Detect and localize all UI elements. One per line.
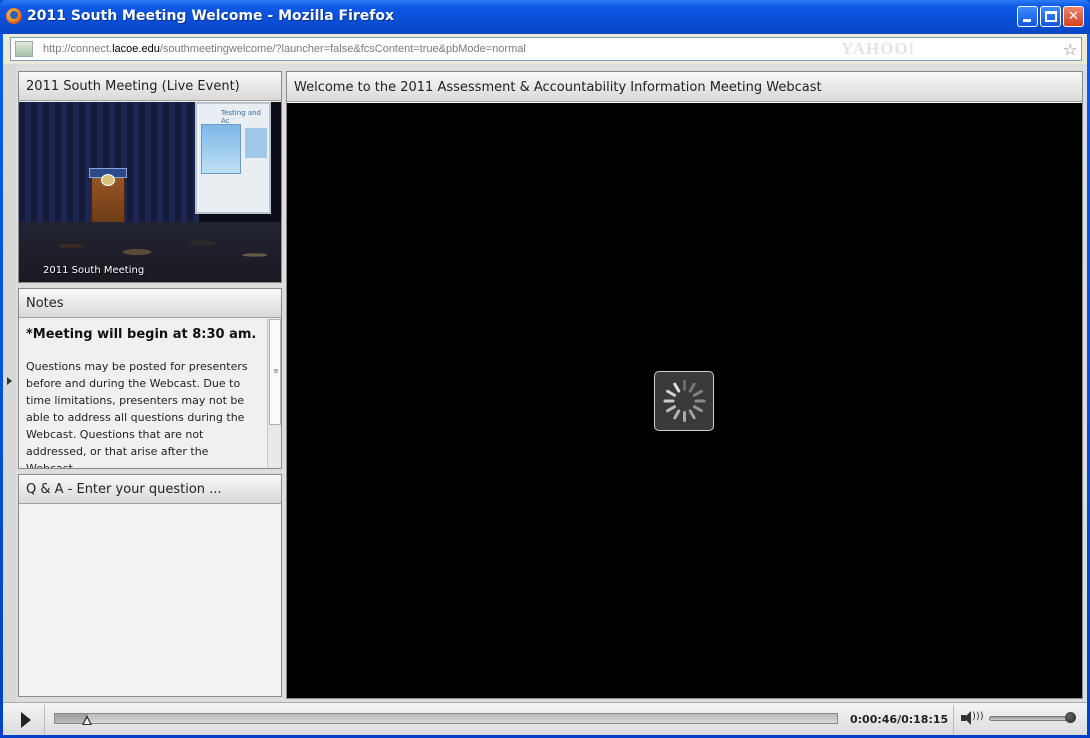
- notes-text: Questions may be posted for presenters b…: [26, 360, 248, 468]
- notes-content: *Meeting will begin at 8:30 am. Question…: [19, 319, 267, 468]
- spinner-tick: [672, 382, 681, 394]
- spinner-tick: [683, 411, 686, 422]
- spinner-tick: [665, 404, 677, 413]
- side-panel-toggle[interactable]: [3, 64, 16, 702]
- firefox-window: 2011 South Meeting Welcome - Mozilla Fir…: [0, 0, 1090, 738]
- star-icon[interactable]: ☆: [1063, 40, 1077, 59]
- url-prefix: http://connect.: [43, 43, 113, 55]
- divider: [953, 705, 954, 734]
- share-content: [287, 103, 1082, 698]
- volume-waves-icon: ))): [972, 711, 984, 722]
- spinner-tick: [665, 389, 677, 398]
- spinner-tick: [688, 408, 697, 420]
- projection-screen: Testing and Ac: [195, 102, 271, 214]
- close-button[interactable]: ✕: [1063, 6, 1084, 27]
- minimize-icon: [1023, 19, 1031, 22]
- url-host: lacoe.edu: [112, 43, 160, 55]
- qa-content[interactable]: [19, 505, 281, 696]
- spinner-tick: [683, 380, 686, 391]
- firefox-icon: [6, 8, 22, 24]
- chevron-right-icon: [7, 377, 12, 385]
- notes-heading: *Meeting will begin at 8:30 am.: [26, 327, 257, 342]
- notes-pod: Notes *Meeting will begin at 8:30 am. Qu…: [18, 288, 282, 469]
- podium-seal: [101, 174, 115, 186]
- site-identity-icon[interactable]: [15, 41, 33, 57]
- slide-graphic: [201, 124, 241, 174]
- divider: [44, 705, 45, 734]
- spinner-icon: [654, 371, 714, 431]
- maximize-icon: [1045, 11, 1057, 22]
- qa-pod-title: Q & A - Enter your question ...: [19, 475, 281, 504]
- notes-scrollbar[interactable]: ≡: [267, 319, 281, 468]
- spinner-tick: [688, 382, 697, 394]
- live-video[interactable]: Testing and Ac 2011 South Meeting: [19, 102, 281, 282]
- spinner-tick: [692, 389, 704, 398]
- spinner-tick: [663, 399, 675, 403]
- url-path: /southmeetingwelcome/?launcher=false&fcs…: [159, 43, 526, 55]
- play-button[interactable]: [10, 707, 42, 733]
- grip-icon: ≡: [273, 367, 279, 375]
- url-field[interactable]: http://connect.lacoe.edu/southmeetingwel…: [10, 37, 1082, 61]
- video-caption: 2011 South Meeting: [43, 265, 145, 276]
- progress-bar[interactable]: [54, 713, 838, 724]
- connect-meeting-room: 2011 South Meeting (Live Event) Testing …: [3, 64, 1087, 702]
- video-pod: 2011 South Meeting (Live Event) Testing …: [18, 71, 282, 283]
- spinner-tick: [694, 399, 706, 403]
- qa-pod: Q & A - Enter your question ...: [18, 474, 282, 697]
- spinner-tick: [692, 404, 704, 413]
- share-pod: Welcome to the 2011 Assessment & Account…: [286, 71, 1083, 699]
- time-display: 0:00:46/0:18:15: [850, 713, 949, 726]
- title-bar[interactable]: 2011 South Meeting Welcome - Mozilla Fir…: [0, 0, 1090, 34]
- url-text[interactable]: http://connect.lacoe.edu/southmeetingwel…: [43, 43, 526, 55]
- share-pod-title: Welcome to the 2011 Assessment & Account…: [287, 72, 1082, 102]
- notes-pod-title: Notes: [19, 289, 281, 318]
- maximize-button[interactable]: [1040, 6, 1061, 27]
- progress-scrubber[interactable]: [82, 715, 92, 725]
- spinner-tick: [672, 408, 681, 420]
- volume-thumb[interactable]: [1065, 712, 1076, 723]
- yahoo-watermark: YAHOO!: [841, 39, 916, 58]
- notes-scroll-thumb[interactable]: ≡: [269, 319, 281, 425]
- playback-controls: 0:00:46/0:18:15 ))): [3, 702, 1087, 735]
- close-icon: ✕: [1068, 9, 1079, 24]
- volume-slider[interactable]: [989, 716, 1073, 721]
- minimize-button[interactable]: [1017, 6, 1038, 27]
- window-title: 2011 South Meeting Welcome - Mozilla Fir…: [27, 8, 395, 24]
- screen-slide-title: Testing and Ac: [221, 109, 262, 125]
- video-pod-title: 2011 South Meeting (Live Event): [19, 72, 281, 101]
- navigation-bar: http://connect.lacoe.edu/southmeetingwel…: [3, 34, 1087, 64]
- slide-graphic-secondary: [245, 128, 267, 158]
